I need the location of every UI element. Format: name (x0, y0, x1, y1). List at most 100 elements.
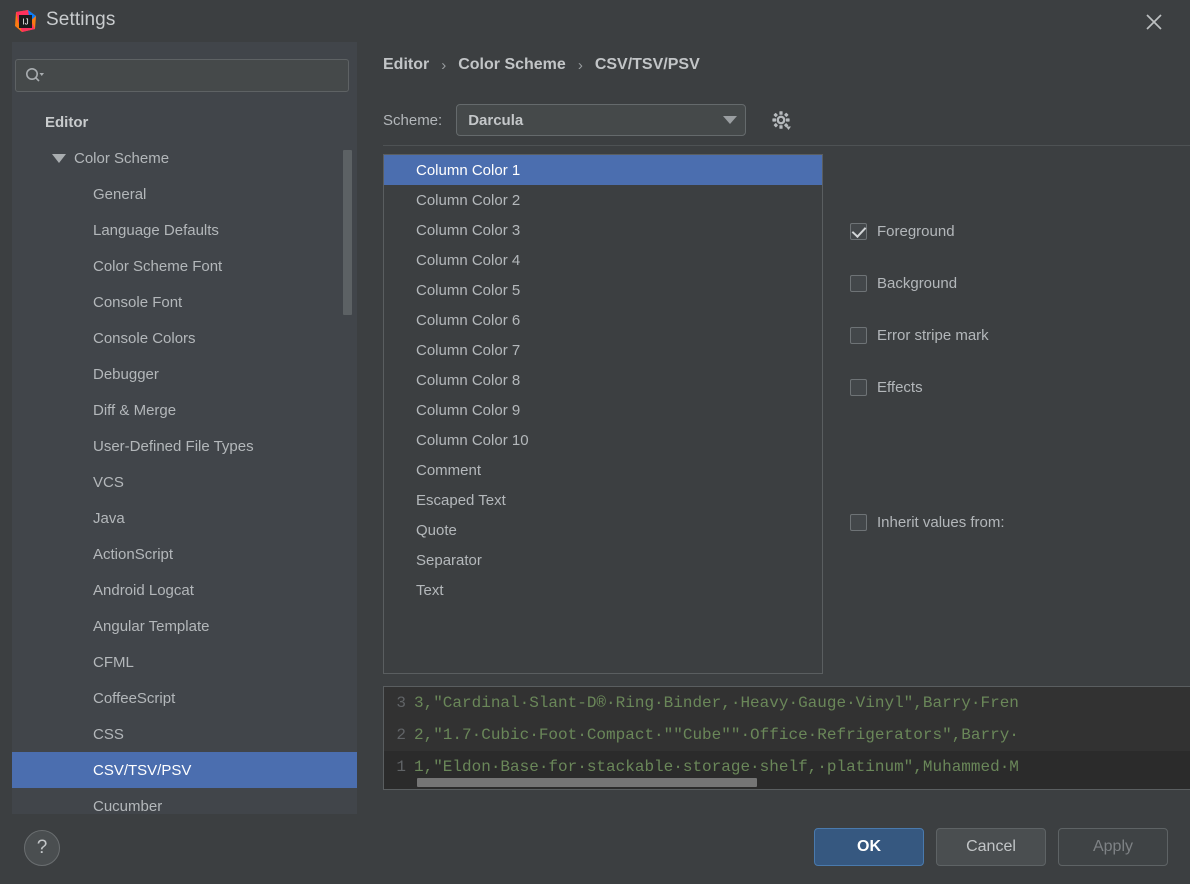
help-button[interactable]: ? (24, 830, 60, 866)
close-icon[interactable] (1140, 8, 1168, 36)
scheme-select-value: Darcula (468, 111, 524, 129)
breadcrumb-separator: › (577, 56, 583, 74)
foreground-checkbox[interactable]: Foreground (850, 222, 955, 240)
foreground-checkbox-box (850, 222, 867, 240)
error-stripe-row: Error stripe mark (840, 318, 1190, 352)
sidebar-item-label: Android Logcat (93, 581, 194, 599)
color-element-item[interactable]: Column Color 6 (384, 305, 822, 335)
color-element-item[interactable]: Column Color 4 (384, 245, 822, 275)
color-element-item[interactable]: Column Color 1 (384, 155, 822, 185)
sidebar-item-label: CoffeeScript (93, 689, 176, 707)
svg-text:IJ: IJ (22, 18, 28, 27)
apply-button[interactable]: Apply (1058, 828, 1168, 866)
sidebar-item-actionscript[interactable]: ActionScript (12, 536, 357, 572)
chevron-down-icon[interactable] (52, 153, 66, 163)
color-element-item[interactable]: Column Color 8 (384, 365, 822, 395)
effects-label: Effects (877, 378, 923, 396)
sidebar-item-android-logcat[interactable]: Android Logcat (12, 572, 357, 608)
inherit-row: Inherit values from: (850, 514, 1005, 531)
inherit-checkbox[interactable]: Inherit values from: (850, 514, 1005, 531)
scheme-select[interactable]: Darcula (456, 104, 747, 136)
settings-content: Editor › Color Scheme › CSV/TSV/PSV Scheme: … (370, 42, 1190, 814)
sidebar-item-java[interactable]: Java (12, 500, 357, 536)
color-element-item[interactable]: Text (384, 575, 822, 605)
cancel-button[interactable]: Cancel (936, 828, 1046, 866)
color-element-item[interactable]: Quote (384, 515, 822, 545)
sidebar-item-color-scheme-font[interactable]: Color Scheme Font (12, 248, 357, 284)
color-element-list[interactable]: Column Color 1 Column Color 2 Column Color… (383, 154, 823, 674)
sidebar-item-editor[interactable]: Editor (12, 104, 357, 140)
sidebar-item-coffeescript[interactable]: CoffeeScript (12, 680, 357, 716)
ok-button[interactable]: OK (814, 828, 924, 866)
color-element-item[interactable]: Column Color 7 (384, 335, 822, 365)
preview-line: 2 2,"1.7·Cubic·Foot·Compact·""Cube""·Offi… (384, 719, 1190, 751)
sidebar-item-label: Angular Template (93, 617, 210, 635)
scheme-row: Scheme: Darcula (383, 104, 796, 136)
sidebar-item-debugger[interactable]: Debugger (12, 356, 357, 392)
foreground-label: Foreground (877, 222, 955, 240)
sidebar-item-label: CSS (93, 725, 124, 743)
font-style-row: Bold Italic (840, 164, 1190, 181)
search-input[interactable] (50, 60, 340, 91)
color-element-item[interactable]: Column Color 5 (384, 275, 822, 305)
breadcrumb-item-2[interactable]: Color Scheme (458, 56, 566, 74)
error-stripe-checkbox-box (850, 326, 867, 344)
code-preview[interactable]: 3 3,"Cardinal·Slant-D®·Ring·Binder,·Heavy… (383, 686, 1190, 790)
sidebar-item-language-defaults[interactable]: Language Defaults (12, 212, 357, 248)
sidebar-item-label: General (93, 185, 147, 203)
sidebar-scrollbar[interactable] (343, 150, 352, 315)
window-title: Settings (46, 9, 116, 30)
sidebar-item-label: Console Colors (93, 329, 196, 347)
breadcrumb-item-3[interactable]: CSV/TSV/PSV (595, 56, 700, 74)
inherit-label: Inherit values from: (877, 514, 1005, 531)
sidebar-item-cucumber[interactable]: Cucumber (12, 788, 357, 815)
sidebar-item-cfml[interactable]: CFML (12, 644, 357, 680)
preview-line-number: 2 (396, 726, 406, 744)
dialog-footer: ? OK Cancel Apply (0, 814, 1190, 884)
preview-horizontal-scrollbar[interactable] (417, 778, 757, 787)
sidebar-item-label: Language Defaults (93, 221, 219, 239)
sidebar-item-css[interactable]: CSS (12, 716, 357, 752)
sidebar-item-general[interactable]: General (12, 176, 357, 212)
sidebar-item-diff-merge[interactable]: Diff & Merge (12, 392, 357, 428)
sidebar-item-console-font[interactable]: Console Font (12, 284, 357, 320)
attributes-panel: Bold Italic Foreground D32F2F Background (840, 154, 1190, 674)
sidebar-item-label: VCS (93, 473, 124, 491)
gear-icon[interactable] (766, 105, 796, 135)
preview-line-number: 1 (396, 758, 406, 776)
color-element-item[interactable]: Escaped Text (384, 485, 822, 515)
breadcrumb-separator: › (441, 56, 447, 74)
color-element-item[interactable]: Column Color 2 (384, 185, 822, 215)
preview-line-text: 3,"Cardinal·Slant-D®·Ring·Binder,·Heavy·… (414, 694, 1019, 712)
color-element-item[interactable]: Column Color 10 (384, 425, 822, 455)
sidebar-item-csv-tsv-psv[interactable]: CSV/TSV/PSV (12, 752, 357, 788)
settings-tree: Editor Color Scheme General Language Defaul… (12, 104, 357, 814)
settings-sidebar: Editor Color Scheme General Language Defaul… (12, 42, 357, 814)
sidebar-item-label: Cucumber (93, 797, 163, 815)
color-element-item[interactable]: Separator (384, 545, 822, 575)
error-stripe-checkbox[interactable]: Error stripe mark (850, 326, 989, 344)
effects-checkbox[interactable]: Effects (850, 378, 923, 396)
search-box[interactable] (15, 59, 349, 92)
sidebar-item-vcs[interactable]: VCS (12, 464, 357, 500)
title-bar: IJ Settings (0, 0, 1190, 42)
sidebar-item-label: User-Defined File Types (93, 437, 254, 455)
color-element-item[interactable]: Column Color 3 (384, 215, 822, 245)
sidebar-item-label: Color Scheme (74, 149, 170, 167)
breadcrumb-item-1[interactable]: Editor (383, 56, 429, 74)
preview-line-text: 1,"Eldon·Base·for·stackable·storage·shel… (414, 758, 1019, 776)
color-element-item[interactable]: Comment (384, 455, 822, 485)
sidebar-item-angular-template[interactable]: Angular Template (12, 608, 357, 644)
sidebar-item-user-defined-file-types[interactable]: User-Defined File Types (12, 428, 357, 464)
effects-checkbox-box (850, 378, 867, 396)
inherit-source-scope: (CSV/TSV/PSV) (840, 577, 1190, 594)
sidebar-item-color-scheme[interactable]: Color Scheme (12, 140, 357, 176)
background-label: Background (877, 274, 958, 292)
effects-row: Effects (840, 370, 1190, 404)
inherit-source-link[interactable]: Text (840, 552, 1190, 569)
sidebar-item-console-colors[interactable]: Console Colors (12, 320, 357, 356)
color-element-item[interactable]: Column Color 9 (384, 395, 822, 425)
sidebar-item-label: CFML (93, 653, 134, 671)
search-icon (25, 67, 45, 85)
background-checkbox[interactable]: Background (850, 274, 958, 292)
